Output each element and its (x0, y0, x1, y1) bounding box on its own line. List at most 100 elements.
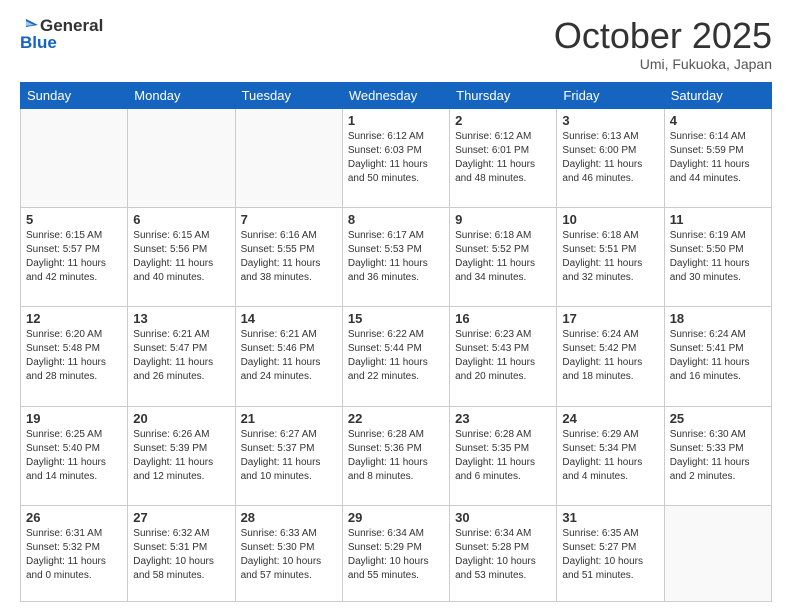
day-number: 26 (26, 510, 122, 525)
cell-line: Sunset: 5:55 PM (241, 243, 337, 257)
cell-line: and 46 minutes. (562, 172, 658, 186)
cell-content: Sunrise: 6:12 AMSunset: 6:03 PMDaylight:… (348, 130, 444, 186)
cell-line: Daylight: 10 hours (562, 555, 658, 569)
day-number: 7 (241, 212, 337, 227)
cell-line: and 44 minutes. (670, 172, 766, 186)
cell-line: Daylight: 11 hours (26, 456, 122, 470)
cell-content: Sunrise: 6:32 AMSunset: 5:31 PMDaylight:… (133, 527, 229, 583)
cell-content: Sunrise: 6:21 AMSunset: 5:47 PMDaylight:… (133, 328, 229, 384)
cell-content: Sunrise: 6:16 AMSunset: 5:55 PMDaylight:… (241, 229, 337, 285)
day-number: 17 (562, 311, 658, 326)
week-row-4: 19Sunrise: 6:25 AMSunset: 5:40 PMDayligh… (21, 406, 772, 505)
cell-line: Sunrise: 6:31 AM (26, 527, 122, 541)
day-number: 21 (241, 411, 337, 426)
cell-line: Sunset: 5:30 PM (241, 541, 337, 555)
cell-line: Daylight: 11 hours (241, 356, 337, 370)
day-number: 11 (670, 212, 766, 227)
cell-line: and 16 minutes. (670, 370, 766, 384)
cell-line: Sunset: 5:36 PM (348, 442, 444, 456)
cell-line: and 40 minutes. (133, 271, 229, 285)
title-block: October 2025 Umi, Fukuoka, Japan (554, 16, 772, 72)
cell-line: and 22 minutes. (348, 370, 444, 384)
table-row: 22Sunrise: 6:28 AMSunset: 5:36 PMDayligh… (342, 406, 449, 505)
table-row: 30Sunrise: 6:34 AMSunset: 5:28 PMDayligh… (450, 506, 557, 602)
cell-content: Sunrise: 6:33 AMSunset: 5:30 PMDaylight:… (241, 527, 337, 583)
cell-line: Sunset: 5:50 PM (670, 243, 766, 257)
cell-line: Sunrise: 6:18 AM (562, 229, 658, 243)
cell-line: Sunrise: 6:16 AM (241, 229, 337, 243)
day-number: 19 (26, 411, 122, 426)
week-row-3: 12Sunrise: 6:20 AMSunset: 5:48 PMDayligh… (21, 307, 772, 406)
cell-line: Sunrise: 6:24 AM (562, 328, 658, 342)
cell-line: and 26 minutes. (133, 370, 229, 384)
cell-line: Sunrise: 6:15 AM (26, 229, 122, 243)
cell-line: Daylight: 11 hours (26, 356, 122, 370)
day-number: 29 (348, 510, 444, 525)
cell-line: and 24 minutes. (241, 370, 337, 384)
cell-content: Sunrise: 6:20 AMSunset: 5:48 PMDaylight:… (26, 328, 122, 384)
cell-line: Sunrise: 6:30 AM (670, 428, 766, 442)
cell-line: Sunrise: 6:20 AM (26, 328, 122, 342)
cell-line: Sunset: 5:51 PM (562, 243, 658, 257)
cell-line: Daylight: 11 hours (26, 257, 122, 271)
cell-line: and 36 minutes. (348, 271, 444, 285)
cell-line: Sunrise: 6:21 AM (241, 328, 337, 342)
cell-line: and 10 minutes. (241, 470, 337, 484)
cell-line: Daylight: 11 hours (670, 456, 766, 470)
day-number: 20 (133, 411, 229, 426)
cell-content: Sunrise: 6:23 AMSunset: 5:43 PMDaylight:… (455, 328, 551, 384)
cell-line: Sunset: 5:43 PM (455, 342, 551, 356)
cell-line: and 42 minutes. (26, 271, 122, 285)
logo-blue: Blue (20, 33, 57, 53)
cell-content: Sunrise: 6:24 AMSunset: 5:42 PMDaylight:… (562, 328, 658, 384)
day-number: 5 (26, 212, 122, 227)
cell-line: Sunset: 5:27 PM (562, 541, 658, 555)
cell-content: Sunrise: 6:18 AMSunset: 5:52 PMDaylight:… (455, 229, 551, 285)
cell-line: Daylight: 11 hours (133, 257, 229, 271)
day-number: 15 (348, 311, 444, 326)
cell-line: Daylight: 10 hours (455, 555, 551, 569)
cell-line: Sunrise: 6:27 AM (241, 428, 337, 442)
cell-line: Sunset: 5:28 PM (455, 541, 551, 555)
cell-line: Sunrise: 6:12 AM (348, 130, 444, 144)
location: Umi, Fukuoka, Japan (554, 56, 772, 72)
cell-line: Sunrise: 6:26 AM (133, 428, 229, 442)
table-row: 7 Sunrise: 6:16 AMSunset: 5:55 PMDaylight… (235, 207, 342, 306)
cell-line: Sunrise: 6:24 AM (670, 328, 766, 342)
cell-line: Sunset: 5:39 PM (133, 442, 229, 456)
cell-line: Daylight: 11 hours (455, 456, 551, 470)
cell-line: and 57 minutes. (241, 569, 337, 583)
table-row: 3Sunrise: 6:13 AMSunset: 6:00 PMDaylight… (557, 108, 664, 207)
cell-line: Sunset: 5:35 PM (455, 442, 551, 456)
cell-content: Sunrise: 6:18 AMSunset: 5:51 PMDaylight:… (562, 229, 658, 285)
table-row: 21 Sunrise: 6:27 AMSunset: 5:37 PMDayligh… (235, 406, 342, 505)
cell-line: Daylight: 11 hours (670, 356, 766, 370)
table-row (235, 108, 342, 207)
cell-content: Sunrise: 6:12 AMSunset: 6:01 PMDaylight:… (455, 130, 551, 186)
table-row: 16Sunrise: 6:23 AMSunset: 5:43 PMDayligh… (450, 307, 557, 406)
logo: General Blue (20, 16, 103, 53)
week-row-2: 5Sunrise: 6:15 AMSunset: 5:57 PMDaylight… (21, 207, 772, 306)
cell-line: Sunset: 5:42 PM (562, 342, 658, 356)
cell-line: Daylight: 11 hours (133, 456, 229, 470)
cell-line: Sunrise: 6:29 AM (562, 428, 658, 442)
cell-content: Sunrise: 6:27 AMSunset: 5:37 PMDaylight:… (241, 428, 337, 484)
header-wednesday: Wednesday (342, 82, 449, 108)
day-number: 1 (348, 113, 444, 128)
table-row: 5Sunrise: 6:15 AMSunset: 5:57 PMDaylight… (21, 207, 128, 306)
cell-line: Sunset: 6:00 PM (562, 144, 658, 158)
day-number: 27 (133, 510, 229, 525)
table-row: 15Sunrise: 6:22 AMSunset: 5:44 PMDayligh… (342, 307, 449, 406)
cell-line: and 18 minutes. (562, 370, 658, 384)
week-row-1: 1 Sunrise: 6:12 AMSunset: 6:03 PMDaylight… (21, 108, 772, 207)
cell-line: Sunrise: 6:33 AM (241, 527, 337, 541)
table-row: 24Sunrise: 6:29 AMSunset: 5:34 PMDayligh… (557, 406, 664, 505)
cell-line: Sunset: 5:37 PM (241, 442, 337, 456)
cell-content: Sunrise: 6:31 AMSunset: 5:32 PMDaylight:… (26, 527, 122, 583)
cell-line: Sunrise: 6:34 AM (455, 527, 551, 541)
cell-line: and 58 minutes. (133, 569, 229, 583)
table-row: 26 Sunrise: 6:31 AMSunset: 5:32 PMDayligh… (21, 506, 128, 602)
cell-line: Sunrise: 6:13 AM (562, 130, 658, 144)
cell-line: and 6 minutes. (455, 470, 551, 484)
day-number: 18 (670, 311, 766, 326)
